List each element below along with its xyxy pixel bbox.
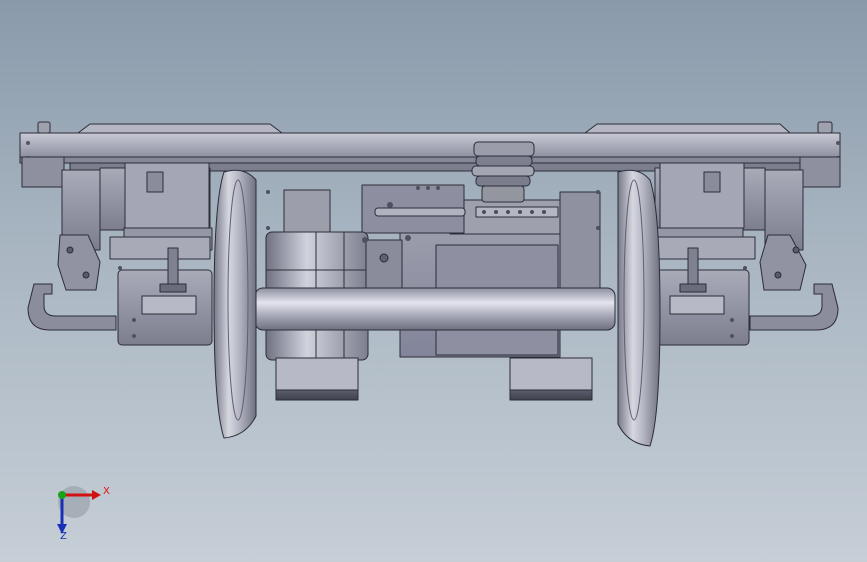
- right-wheel[interactable]: [617, 169, 661, 447]
- left-side-hook: [27, 283, 117, 331]
- bogie-model[interactable]: [0, 0, 867, 562]
- x-axis-label: X: [103, 486, 110, 497]
- y-axis-point: [58, 491, 66, 499]
- right-brake-block[interactable]: [509, 357, 593, 401]
- x-axis-arrowhead: [92, 490, 101, 500]
- left-axle-box[interactable]: [109, 236, 213, 346]
- wheel-axle[interactable]: [254, 287, 616, 331]
- center-side-plate: [559, 191, 601, 297]
- triad-graphic: [57, 486, 101, 534]
- right-axle-box[interactable]: [654, 236, 756, 346]
- air-spring[interactable]: [471, 141, 535, 203]
- left-wheel[interactable]: [213, 169, 257, 439]
- graphics-viewport[interactable]: X Z: [0, 0, 867, 562]
- right-side-hook: [749, 283, 839, 331]
- left-brake-block[interactable]: [275, 357, 359, 401]
- orientation-triad: X Z: [40, 478, 130, 548]
- z-axis-label: Z: [60, 531, 67, 542]
